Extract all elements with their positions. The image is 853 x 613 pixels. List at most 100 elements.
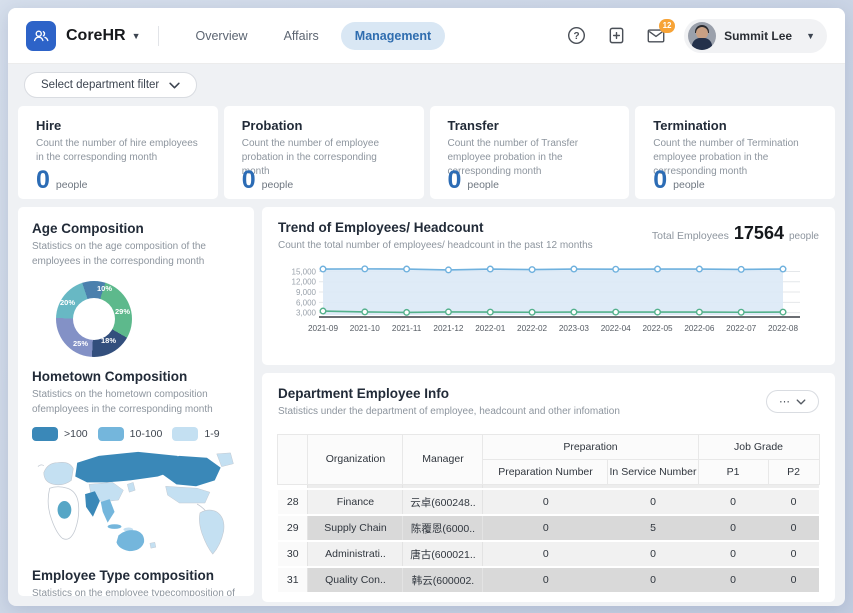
stat-title: Transfer bbox=[448, 118, 612, 133]
header-manager[interactable]: Manager bbox=[403, 434, 483, 484]
legend-label: 10-100 bbox=[130, 428, 163, 440]
svg-text:15,000: 15,000 bbox=[292, 267, 317, 276]
people-group-icon bbox=[32, 27, 50, 45]
world-map bbox=[32, 447, 240, 564]
corehr-logo-icon[interactable] bbox=[26, 21, 56, 51]
table-row[interactable]: 28 Finance 云卓(600248.. 0 0 0 0 bbox=[278, 489, 819, 515]
svg-text:?: ? bbox=[573, 31, 579, 42]
cell-organization: Administrati.. bbox=[308, 541, 403, 567]
help-icon[interactable]: ? bbox=[566, 26, 586, 46]
user-menu-caret-icon: ▼ bbox=[806, 31, 815, 41]
header-p1[interactable]: P1 bbox=[698, 459, 768, 484]
table-row[interactable]: 30 Administrati.. 唐古(600021.. 0 0 0 0 bbox=[278, 541, 819, 567]
svg-text:6,000: 6,000 bbox=[296, 298, 317, 307]
stat-unit: people bbox=[262, 179, 294, 191]
header-index bbox=[278, 434, 308, 484]
cell-preparation-number: 0 bbox=[483, 489, 608, 515]
svg-text:2021-09: 2021-09 bbox=[308, 324, 338, 333]
table-options-button[interactable]: ⋯ bbox=[766, 390, 819, 413]
user-name: Summit Lee bbox=[724, 29, 792, 43]
svg-text:2022-08: 2022-08 bbox=[768, 324, 798, 333]
legend-swatch-mid bbox=[98, 427, 124, 441]
hometown-description: Statistics on the hometown composition o… bbox=[32, 388, 240, 417]
mail-badge: 12 bbox=[659, 19, 675, 33]
cell-p1: 0 bbox=[698, 515, 768, 541]
row-index: 30 bbox=[278, 541, 308, 567]
topbar-icons: ? 12 bbox=[566, 26, 666, 46]
tab-management[interactable]: Management bbox=[341, 22, 445, 50]
stat-cards-row: Hire Count the number of hire employees … bbox=[8, 106, 845, 199]
trend-subtitle: Count the total number of employees/ hea… bbox=[278, 239, 652, 254]
table-row[interactable]: 29 Supply Chain 陈覆恩(6000.. 0 5 0 0 bbox=[278, 515, 819, 541]
stat-card-probation: Probation Count the number of employee p… bbox=[224, 106, 424, 199]
stat-value: 0 bbox=[448, 168, 462, 193]
legend-swatch-light bbox=[172, 427, 198, 441]
total-employees: Total Employees 17564 people bbox=[652, 223, 819, 244]
cell-manager: 云卓(600248.. bbox=[403, 489, 483, 515]
stat-unit: people bbox=[467, 179, 499, 191]
header-in-service-number[interactable]: In Service Number bbox=[608, 459, 698, 484]
header-preparation-number[interactable]: Preparation Number bbox=[483, 459, 608, 484]
table-row[interactable]: 31 Quality Con.. 韩云(600002. 0 0 0 0 bbox=[278, 567, 819, 593]
cell-in-service-number: 5 bbox=[608, 515, 698, 541]
svg-text:2021-12: 2021-12 bbox=[433, 324, 463, 333]
header-p2[interactable]: P2 bbox=[768, 459, 819, 484]
header-organization[interactable]: Organization bbox=[308, 434, 403, 484]
department-info-subtitle: Statistics under the department of emplo… bbox=[278, 405, 766, 420]
donut-hole bbox=[73, 298, 115, 340]
stat-description: Count the number of hire employees in th… bbox=[36, 137, 200, 166]
hometown-title: Hometown Composition bbox=[32, 369, 240, 384]
cell-in-service-number: 0 bbox=[608, 541, 698, 567]
tab-overview[interactable]: Overview bbox=[181, 22, 261, 50]
stat-value: 0 bbox=[36, 168, 50, 193]
total-employees-label: Total Employees bbox=[652, 230, 729, 242]
donut-label: 20% bbox=[60, 298, 75, 307]
department-table: Organization Manager Preparation Job Gra… bbox=[277, 434, 819, 595]
main-nav: Overview Affairs Management bbox=[181, 22, 445, 50]
donut-label: 18% bbox=[101, 336, 116, 345]
stat-unit: people bbox=[673, 179, 705, 191]
stat-value: 0 bbox=[242, 168, 256, 193]
table-header-group-row: Organization Manager Preparation Job Gra… bbox=[278, 434, 819, 459]
donut-label: 25% bbox=[73, 339, 88, 348]
donut-label: 29% bbox=[115, 307, 130, 316]
top-navigation-bar: CoreHR ▼ Overview Affairs Management ? bbox=[8, 8, 845, 64]
stat-card-hire: Hire Count the number of hire employees … bbox=[18, 106, 218, 199]
stat-unit: people bbox=[56, 179, 88, 191]
department-filter-select[interactable]: Select department filter bbox=[24, 72, 197, 98]
stat-card-termination: Termination Count the number of Terminat… bbox=[635, 106, 835, 199]
trend-card: Trend of Employees/ Headcount Count the … bbox=[262, 207, 835, 365]
age-donut-chart: 10% 29% 18% 25% 20% bbox=[56, 281, 132, 357]
stat-title: Termination bbox=[653, 118, 817, 133]
svg-text:2022-06: 2022-06 bbox=[684, 324, 714, 333]
app-switcher-caret-icon[interactable]: ▼ bbox=[132, 31, 141, 41]
chevron-down-icon bbox=[796, 399, 806, 405]
mail-icon[interactable]: 12 bbox=[646, 26, 666, 46]
new-document-icon[interactable] bbox=[606, 26, 626, 46]
stat-title: Probation bbox=[242, 118, 406, 133]
department-filter-label: Select department filter bbox=[41, 79, 159, 91]
cell-preparation-number: 0 bbox=[483, 515, 608, 541]
svg-text:2022-01: 2022-01 bbox=[475, 324, 505, 333]
chevron-down-icon bbox=[169, 82, 180, 89]
tab-affairs[interactable]: Affairs bbox=[270, 22, 333, 50]
cell-p1: 0 bbox=[698, 567, 768, 593]
cell-p2: 0 bbox=[768, 489, 819, 515]
user-menu[interactable]: Summit Lee ▼ bbox=[684, 19, 827, 53]
cell-in-service-number: 0 bbox=[608, 567, 698, 593]
legend-item: 1-9 bbox=[172, 427, 219, 441]
employee-type-section: Employee Type composition Statistics on … bbox=[32, 568, 240, 596]
svg-text:2023-03: 2023-03 bbox=[559, 324, 589, 333]
cell-p2: 0 bbox=[768, 567, 819, 593]
app-title: CoreHR bbox=[66, 27, 126, 45]
header-group-preparation: Preparation bbox=[483, 434, 698, 459]
age-composition-description: Statistics on the age composition of the… bbox=[32, 240, 240, 269]
topbar-divider bbox=[158, 26, 159, 46]
svg-text:9,000: 9,000 bbox=[296, 288, 317, 297]
svg-text:2022-07: 2022-07 bbox=[726, 324, 756, 333]
legend-label: >100 bbox=[64, 428, 88, 440]
cell-manager: 唐古(600021.. bbox=[403, 541, 483, 567]
filter-bar: Select department filter bbox=[8, 64, 845, 106]
row-index: 28 bbox=[278, 489, 308, 515]
svg-text:2021-10: 2021-10 bbox=[350, 324, 380, 333]
